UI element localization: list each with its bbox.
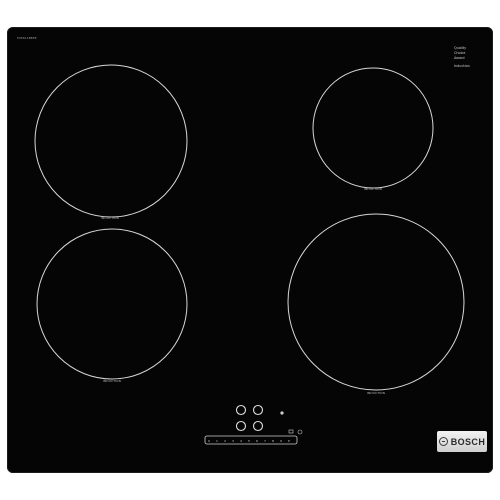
hob-surface: PUE611BB5E Quality Choice Award Inductio… [17,36,470,445]
zone-selector-icon[interactable] [235,420,247,432]
power-level-4[interactable]: 4 [240,439,242,443]
control-bar-outline [204,435,298,445]
timer-icon[interactable] [297,429,303,435]
power-level-0[interactable]: 0 [208,439,210,443]
badge-sub: Induction [454,64,470,68]
award-badge: Quality Choice Award Induction [454,46,470,68]
indicator-dot-icon [280,411,284,415]
badge-line-2: Choice [454,51,465,55]
lock-icon[interactable] [288,429,294,434]
power-level-9[interactable]: 9 [280,439,282,443]
zone-label: INDUCTION [101,216,119,220]
power-level-8[interactable]: 8 [272,439,274,443]
bosch-armature-logo [438,437,448,446]
zone-selector-cluster [235,404,284,432]
zone-label: INDUCTION [364,187,382,191]
brand-plate: BOSCH [437,431,487,452]
zone-label: INDUCTION [103,379,121,383]
induction-hob: PUE611BB5E Quality Choice Award Inductio… [7,27,493,473]
power-level-7[interactable]: 7 [264,439,266,443]
badge-line-1: Quality [454,46,466,50]
power-level-2[interactable]: 2 [224,439,226,443]
power-level-6[interactable]: 6 [256,439,258,443]
zone-ring [36,228,188,380]
zone-ring [34,64,188,218]
zone-ring [287,213,465,391]
power-level-3[interactable]: 3 [232,439,234,443]
zone-selector-icon[interactable] [235,404,247,416]
badge-line-3: Award [454,56,465,60]
brand-name: BOSCH [450,436,486,447]
power-boost[interactable]: P [288,439,290,443]
cooking-zone-top-left[interactable]: INDUCTION [34,64,188,220]
zone-label: INDUCTION [367,391,385,395]
zone-selector-icon[interactable] [252,420,264,432]
cooking-zone-bottom-left[interactable]: INDUCTION [36,228,188,383]
zone-ring [312,67,434,189]
zone-selector-icon[interactable] [252,404,264,416]
cooking-zone-bottom-right[interactable]: INDUCTION [287,213,465,395]
cooking-zone-top-right[interactable]: INDUCTION [312,67,434,191]
model-label: PUE611BB5E [17,36,37,40]
touch-control-bar[interactable]: 0 1 2 3 4 5 6 7 8 9 P [204,429,303,445]
power-level-1[interactable]: 1 [216,439,218,443]
stage: PUE611BB5E Quality Choice Award Inductio… [0,0,500,500]
power-level-5[interactable]: 5 [248,439,250,443]
